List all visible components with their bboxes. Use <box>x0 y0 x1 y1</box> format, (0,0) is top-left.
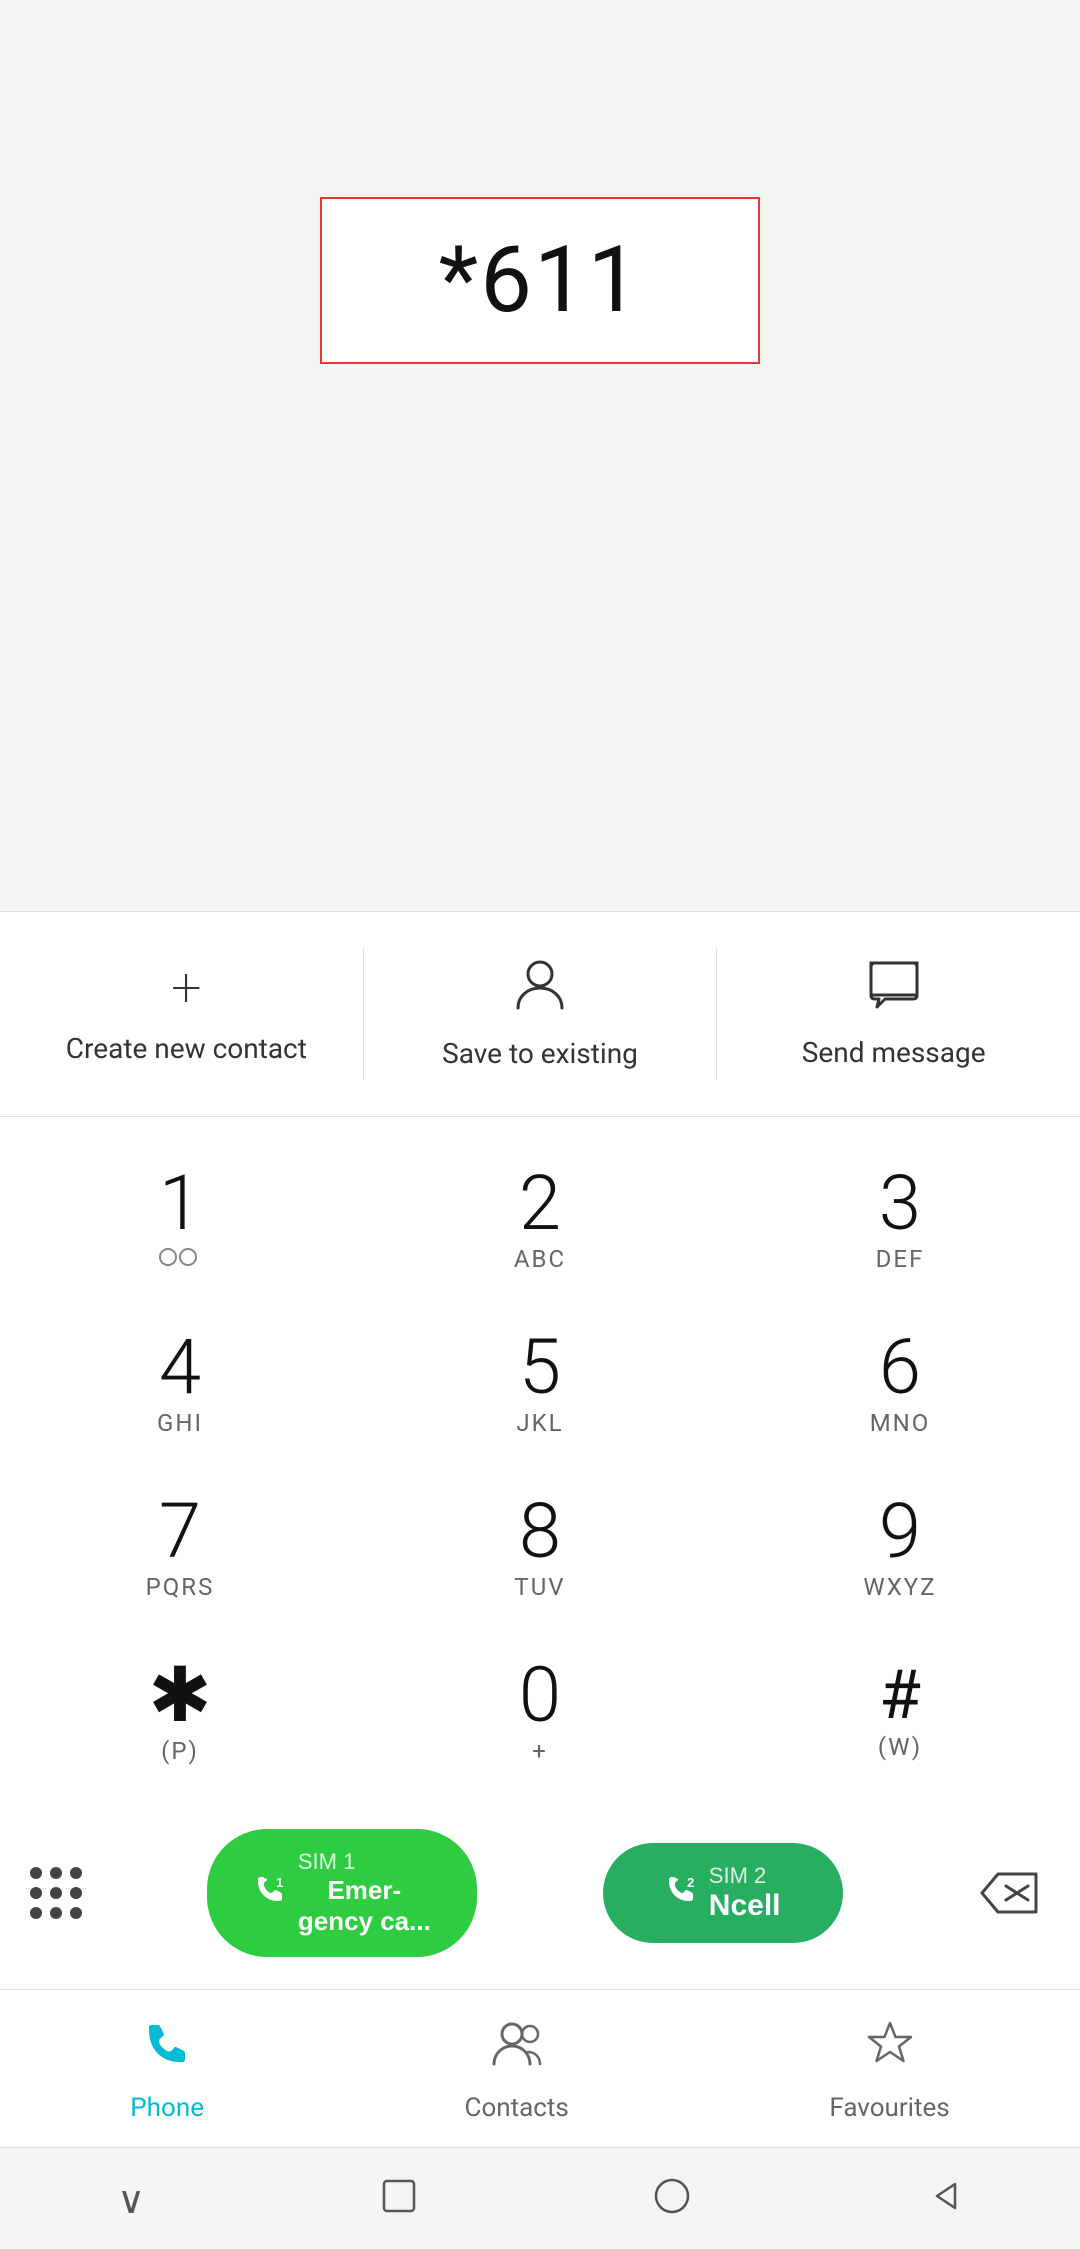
nav-contacts-label: Contacts <box>465 2093 569 2123</box>
key-6-digit: 6 <box>879 1329 921 1405</box>
dot <box>70 1887 82 1899</box>
create-new-contact-label: Create new contact <box>66 1032 307 1065</box>
key-2[interactable]: 2 ABC <box>360 1137 720 1301</box>
key-9[interactable]: 9 WXYZ <box>720 1465 1080 1629</box>
phone-nav-icon <box>141 2018 193 2083</box>
system-nav: ∨ <box>0 2147 1080 2249</box>
key-1-letters <box>158 1245 202 1273</box>
ncell-call-text: SIM 2 Ncell <box>709 1863 781 1923</box>
key-8-letters: TUV <box>514 1573 565 1601</box>
dot <box>70 1867 82 1879</box>
bottom-actions: 1 SIM 1 Emer-gency ca... 2 SIM 2 Ncell <box>0 1803 1080 1989</box>
contacts-nav-icon <box>490 2018 544 2083</box>
key-4[interactable]: 4 GHI <box>0 1301 360 1465</box>
dot <box>30 1867 42 1879</box>
message-icon <box>867 959 921 1020</box>
emergency-call-name: Emer-gency ca... <box>298 1875 431 1937</box>
key-5[interactable]: 5 JKL <box>360 1301 720 1465</box>
nav-favourites-label: Favourites <box>829 2093 949 2123</box>
emergency-call-sim: SIM 1 <box>298 1849 355 1875</box>
nav-phone[interactable]: Phone <box>130 2018 204 2123</box>
person-icon <box>514 958 566 1021</box>
key-6[interactable]: 6 MNO <box>720 1301 1080 1465</box>
key-5-digit: 5 <box>519 1329 561 1405</box>
spacer <box>0 520 1080 911</box>
key-7-letters: PQRS <box>146 1573 215 1601</box>
key-1[interactable]: 1 <box>0 1137 360 1301</box>
key-3-letters: DEF <box>876 1245 925 1273</box>
nav-home-button[interactable] <box>652 2176 692 2225</box>
key-1-digit: 1 <box>159 1165 201 1241</box>
key-star-letters: (P) <box>161 1737 199 1765</box>
ncell-call-button[interactable]: 2 SIM 2 Ncell <box>603 1843 843 1943</box>
key-9-digit: 9 <box>879 1493 921 1569</box>
key-3-digit: 3 <box>879 1165 921 1241</box>
key-9-letters: WXYZ <box>863 1573 936 1601</box>
key-3[interactable]: 3 DEF <box>720 1137 1080 1301</box>
key-star[interactable]: ✱ (P) <box>0 1629 360 1793</box>
key-2-digit: 2 <box>519 1165 561 1241</box>
ncell-call-sim: SIM 2 <box>709 1863 766 1889</box>
key-5-letters: JKL <box>516 1409 563 1437</box>
nav-phone-label: Phone <box>130 2093 204 2123</box>
key-2-letters: ABC <box>514 1245 566 1273</box>
dot <box>50 1867 62 1879</box>
nav-recents-button[interactable] <box>380 2177 418 2224</box>
nav-bar: Phone Contacts Favourites <box>0 1989 1080 2147</box>
key-0-digit: 0 <box>519 1657 561 1733</box>
emergency-call-icon: 1 <box>254 1873 286 1912</box>
nav-contacts[interactable]: Contacts <box>465 2018 569 2123</box>
key-4-digit: 4 <box>159 1329 201 1405</box>
create-new-contact-button[interactable]: + Create new contact <box>10 948 364 1080</box>
key-hash-digit: # <box>879 1661 921 1729</box>
star-nav-icon <box>864 2018 916 2083</box>
number-display-box: *611 <box>320 197 760 364</box>
dot <box>30 1887 42 1899</box>
key-6-letters: MNO <box>870 1409 931 1437</box>
keypad: 1 2 ABC 3 DEF 4 GHI 5 JKL 6 MNO 7 PQRS 8… <box>0 1117 1080 1803</box>
dot <box>70 1907 82 1919</box>
dot <box>30 1907 42 1919</box>
save-to-existing-label: Save to existing <box>442 1037 638 1070</box>
number-display: *611 <box>439 227 642 334</box>
key-7-digit: 7 <box>159 1493 201 1569</box>
dialpad-icon-button[interactable] <box>30 1867 82 1919</box>
key-8-digit: 8 <box>519 1493 561 1569</box>
send-message-label: Send message <box>802 1036 986 1069</box>
nav-down-button[interactable]: ∨ <box>117 2178 145 2223</box>
send-message-button[interactable]: Send message <box>717 948 1070 1080</box>
plus-icon: + <box>171 962 201 1016</box>
key-hash[interactable]: # (W) <box>720 1629 1080 1793</box>
svg-text:2: 2 <box>687 1875 694 1890</box>
key-4-letters: GHI <box>157 1409 203 1437</box>
key-star-digit: ✱ <box>148 1657 212 1733</box>
key-0[interactable]: 0 + <box>360 1629 720 1793</box>
svg-text:1: 1 <box>276 1875 283 1890</box>
dot <box>50 1907 62 1919</box>
backspace-button[interactable] <box>968 1860 1050 1926</box>
action-bar: + Create new contact Save to existing Se… <box>0 911 1080 1117</box>
nav-favourites[interactable]: Favourites <box>829 2018 949 2123</box>
key-0-letters: + <box>532 1737 548 1765</box>
emergency-call-text: SIM 1 Emer-gency ca... <box>298 1849 431 1937</box>
key-hash-letters: (W) <box>878 1733 922 1761</box>
ncell-call-name: Ncell <box>709 1889 781 1923</box>
dialer-top: *611 <box>0 0 1080 520</box>
ncell-call-icon: 2 <box>665 1873 697 1912</box>
nav-back-button[interactable] <box>927 2178 963 2223</box>
dot <box>50 1887 62 1899</box>
save-to-existing-button[interactable]: Save to existing <box>364 948 718 1080</box>
emergency-call-button[interactable]: 1 SIM 1 Emer-gency ca... <box>207 1829 477 1957</box>
key-8[interactable]: 8 TUV <box>360 1465 720 1629</box>
key-7[interactable]: 7 PQRS <box>0 1465 360 1629</box>
